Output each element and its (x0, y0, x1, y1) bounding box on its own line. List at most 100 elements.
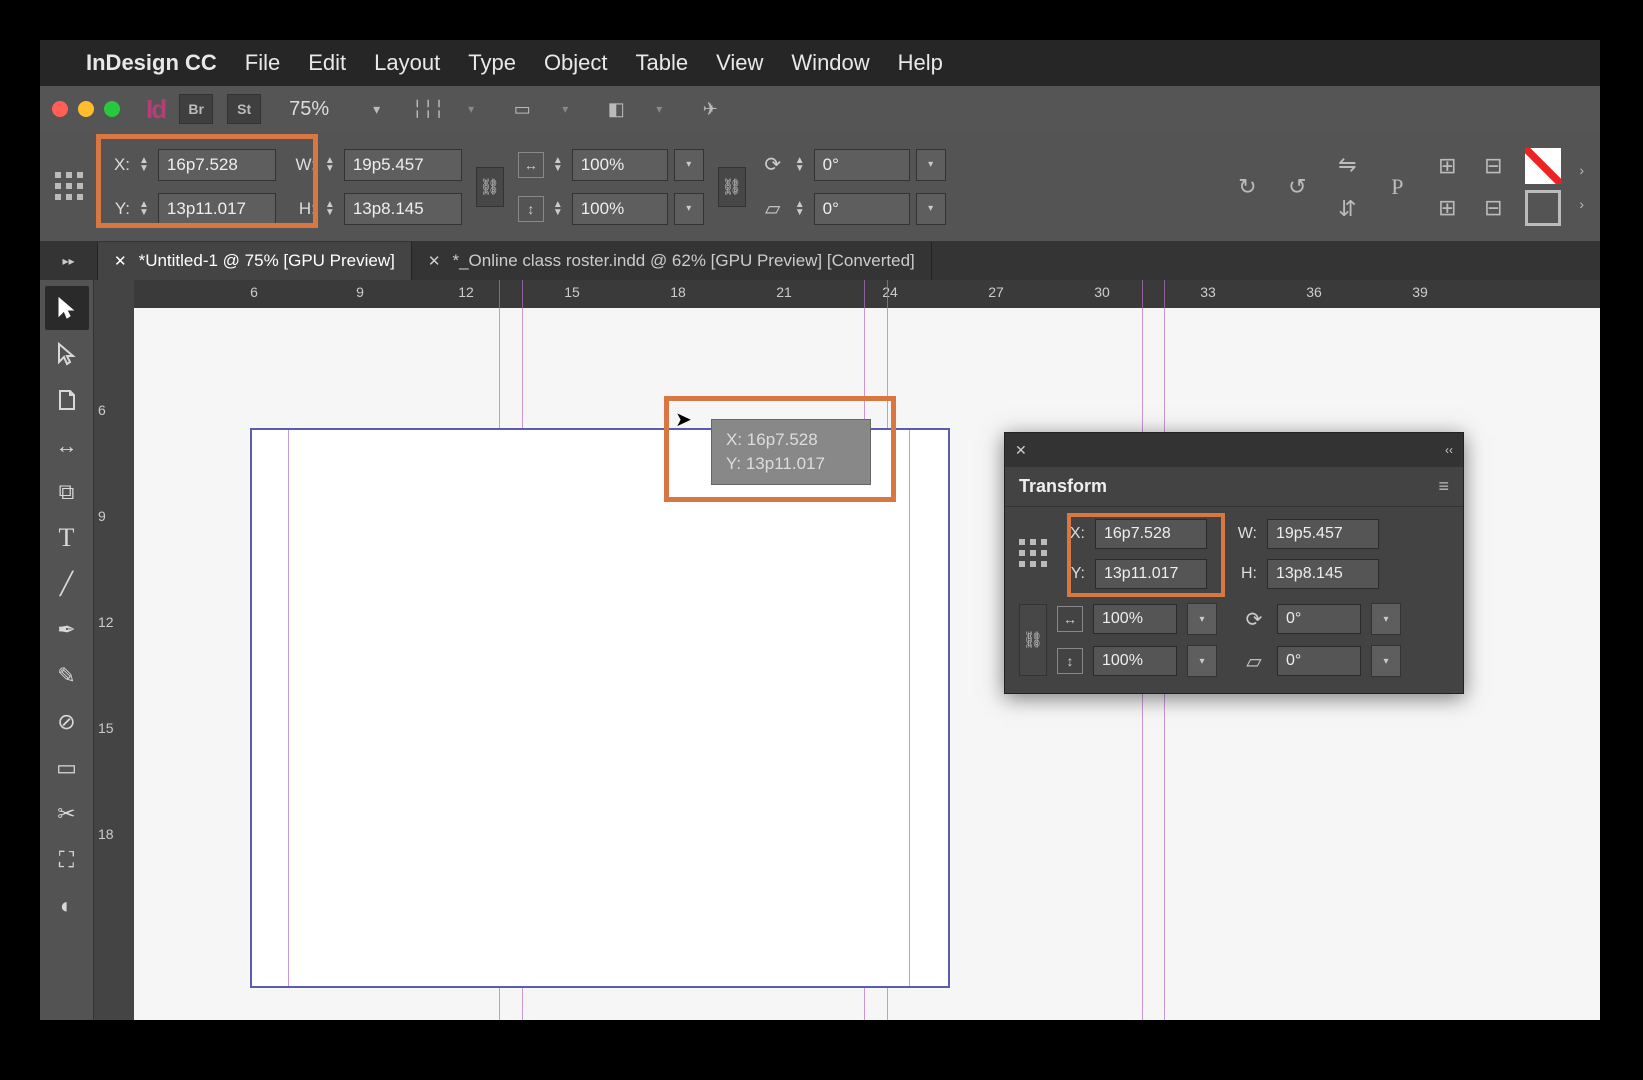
panel-w-input[interactable] (1267, 519, 1379, 549)
shear-dropdown[interactable]: ▾ (916, 193, 946, 225)
menu-view[interactable]: View (716, 50, 763, 76)
close-tab-icon[interactable]: ✕ (428, 252, 441, 270)
panel-menu-icon[interactable]: ≡ (1438, 476, 1449, 497)
y-position-input[interactable] (158, 193, 276, 225)
scale-x-input[interactable] (572, 149, 668, 181)
scale-y-dropdown[interactable]: ▾ (674, 193, 704, 225)
constrain-scale-toggle[interactable]: ⛓ (718, 167, 746, 207)
free-transform-tool[interactable]: ⛶ (45, 838, 89, 882)
document-view[interactable]: 6 9 12 15 18 21 24 27 30 33 36 39 6 9 12… (94, 280, 1600, 1020)
scale-y-spinner[interactable]: ▲▼ (550, 201, 566, 217)
menu-layout[interactable]: Layout (374, 50, 440, 76)
scale-y-input[interactable] (572, 193, 668, 225)
x-spinner[interactable]: ▲▼ (136, 157, 152, 173)
menu-help[interactable]: Help (898, 50, 943, 76)
panel-close-icon[interactable]: ✕ (1015, 442, 1027, 459)
flip-vertical-button[interactable]: ⇵ (1329, 191, 1365, 227)
panel-rotate-dropdown[interactable]: ▾ (1371, 603, 1401, 635)
fullscreen-window-button[interactable] (104, 101, 120, 117)
rotate-cw-button[interactable]: ↻ (1229, 169, 1265, 205)
zoom-dropdown-chevron-icon[interactable]: ▾ (373, 101, 380, 118)
view-options-icon[interactable]: ╎╎╎ (408, 94, 448, 124)
ellipse-frame-tool[interactable]: ⊘ (45, 700, 89, 744)
select-container-button[interactable]: P (1379, 169, 1415, 205)
y-spinner[interactable]: ▲▼ (136, 201, 152, 217)
pencil-tool[interactable]: ✎ (45, 654, 89, 698)
gap-tool[interactable]: ↔ (45, 424, 89, 468)
x-position-input[interactable] (158, 149, 276, 181)
shear-spinner[interactable]: ▲▼ (792, 201, 808, 217)
rotate-input[interactable] (814, 149, 910, 181)
menu-object[interactable]: Object (544, 50, 608, 76)
panel-shear-input[interactable] (1277, 646, 1361, 676)
panel-tab-bar[interactable]: ✕ ‹‹ (1005, 433, 1463, 467)
stroke-more-icon[interactable]: › (1579, 196, 1584, 212)
w-spinner[interactable]: ▲▼ (322, 157, 338, 173)
app-name[interactable]: InDesign CC (86, 50, 217, 76)
transform-panel-header[interactable]: Transform ≡ (1005, 467, 1463, 507)
document-tab-untitled[interactable]: ✕ *Untitled-1 @ 75% [GPU Preview] (98, 242, 412, 280)
close-tab-icon[interactable]: ✕ (114, 252, 127, 270)
height-input[interactable] (344, 193, 462, 225)
selection-tool[interactable] (45, 286, 89, 330)
panel-scaley-input[interactable] (1093, 646, 1177, 676)
panel-scalex-dropdown[interactable]: ▾ (1187, 603, 1217, 635)
reference-point-proxy-panel[interactable] (1019, 539, 1049, 569)
menu-window[interactable]: Window (791, 50, 869, 76)
page-tool[interactable] (45, 378, 89, 422)
panel-shear-dropdown[interactable]: ▾ (1371, 645, 1401, 677)
scissors-tool[interactable]: ✂ (45, 792, 89, 836)
panel-scaley-dropdown[interactable]: ▾ (1187, 645, 1217, 677)
menu-edit[interactable]: Edit (308, 50, 346, 76)
type-tool[interactable]: T (45, 516, 89, 560)
panel-h-input[interactable] (1267, 559, 1379, 589)
pasteboard[interactable]: ➤ X: 16p7.528 Y: 13p11.017 ✕ ‹‹ Transfor… (134, 308, 1600, 1020)
scale-x-dropdown[interactable]: ▾ (674, 149, 704, 181)
document-tab-roster[interactable]: ✕ *_Online class roster.indd @ 62% [GPU … (412, 242, 932, 280)
rotate-spinner[interactable]: ▲▼ (792, 157, 808, 173)
rotate-dropdown[interactable]: ▾ (916, 149, 946, 181)
fill-more-icon[interactable]: › (1579, 162, 1584, 178)
flip-horizontal-button[interactable]: ⇋ (1329, 147, 1365, 183)
menu-file[interactable]: File (245, 50, 280, 76)
menu-type[interactable]: Type (468, 50, 516, 76)
zoom-level-dropdown[interactable]: 75% (289, 98, 329, 121)
minimize-window-button[interactable] (78, 101, 94, 117)
rotate-ccw-button[interactable]: ↺ (1279, 169, 1315, 205)
transform-panel[interactable]: ✕ ‹‹ Transform ≡ X: (1004, 432, 1464, 694)
fill-swatch[interactable] (1525, 148, 1561, 184)
stock-button[interactable]: St (227, 94, 261, 124)
line-tool[interactable]: ╱ (45, 562, 89, 606)
align-icon-2[interactable]: ⊟ (1475, 148, 1511, 184)
align-icon-3[interactable]: ⊞ (1429, 190, 1465, 226)
panel-rotate-input[interactable] (1277, 604, 1361, 634)
scale-x-spinner[interactable]: ▲▼ (550, 157, 566, 173)
pen-tool[interactable]: ✒ (45, 608, 89, 652)
gpu-performance-icon[interactable]: ✈ (690, 94, 730, 124)
direct-selection-tool[interactable] (45, 332, 89, 376)
bridge-button[interactable]: Br (179, 94, 213, 124)
align-icon-4[interactable]: ⊟ (1475, 190, 1511, 226)
arrange-documents-icon[interactable]: ◧ (596, 94, 636, 124)
content-collector-tool[interactable]: ⧉ (45, 470, 89, 514)
screen-mode-icon[interactable]: ▭ (502, 94, 542, 124)
rectangle-tool[interactable]: ▭ (45, 746, 89, 790)
stroke-swatch[interactable] (1525, 190, 1561, 226)
panel-y-input[interactable] (1095, 559, 1207, 589)
panel-scalex-input[interactable] (1093, 604, 1177, 634)
width-input[interactable] (344, 149, 462, 181)
reference-point-proxy[interactable] (50, 138, 90, 235)
horizontal-ruler[interactable]: 6 9 12 15 18 21 24 27 30 33 36 39 (134, 280, 1600, 308)
close-window-button[interactable] (52, 101, 68, 117)
panel-constrain-toggle[interactable]: ⛓ (1019, 604, 1047, 676)
gradient-swatch-tool[interactable]: ◐ (45, 884, 89, 928)
h-spinner[interactable]: ▲▼ (322, 201, 338, 217)
shear-input[interactable] (814, 193, 910, 225)
panel-collapse-icon[interactable]: ‹‹ (1445, 443, 1453, 457)
menu-table[interactable]: Table (636, 50, 689, 76)
constrain-wh-toggle[interactable]: ⛓ (476, 167, 504, 207)
align-icon-1[interactable]: ⊞ (1429, 148, 1465, 184)
panel-dock-toggle[interactable]: ▸▸ (40, 242, 98, 280)
selected-frame[interactable] (250, 428, 950, 988)
panel-x-input[interactable] (1095, 519, 1207, 549)
